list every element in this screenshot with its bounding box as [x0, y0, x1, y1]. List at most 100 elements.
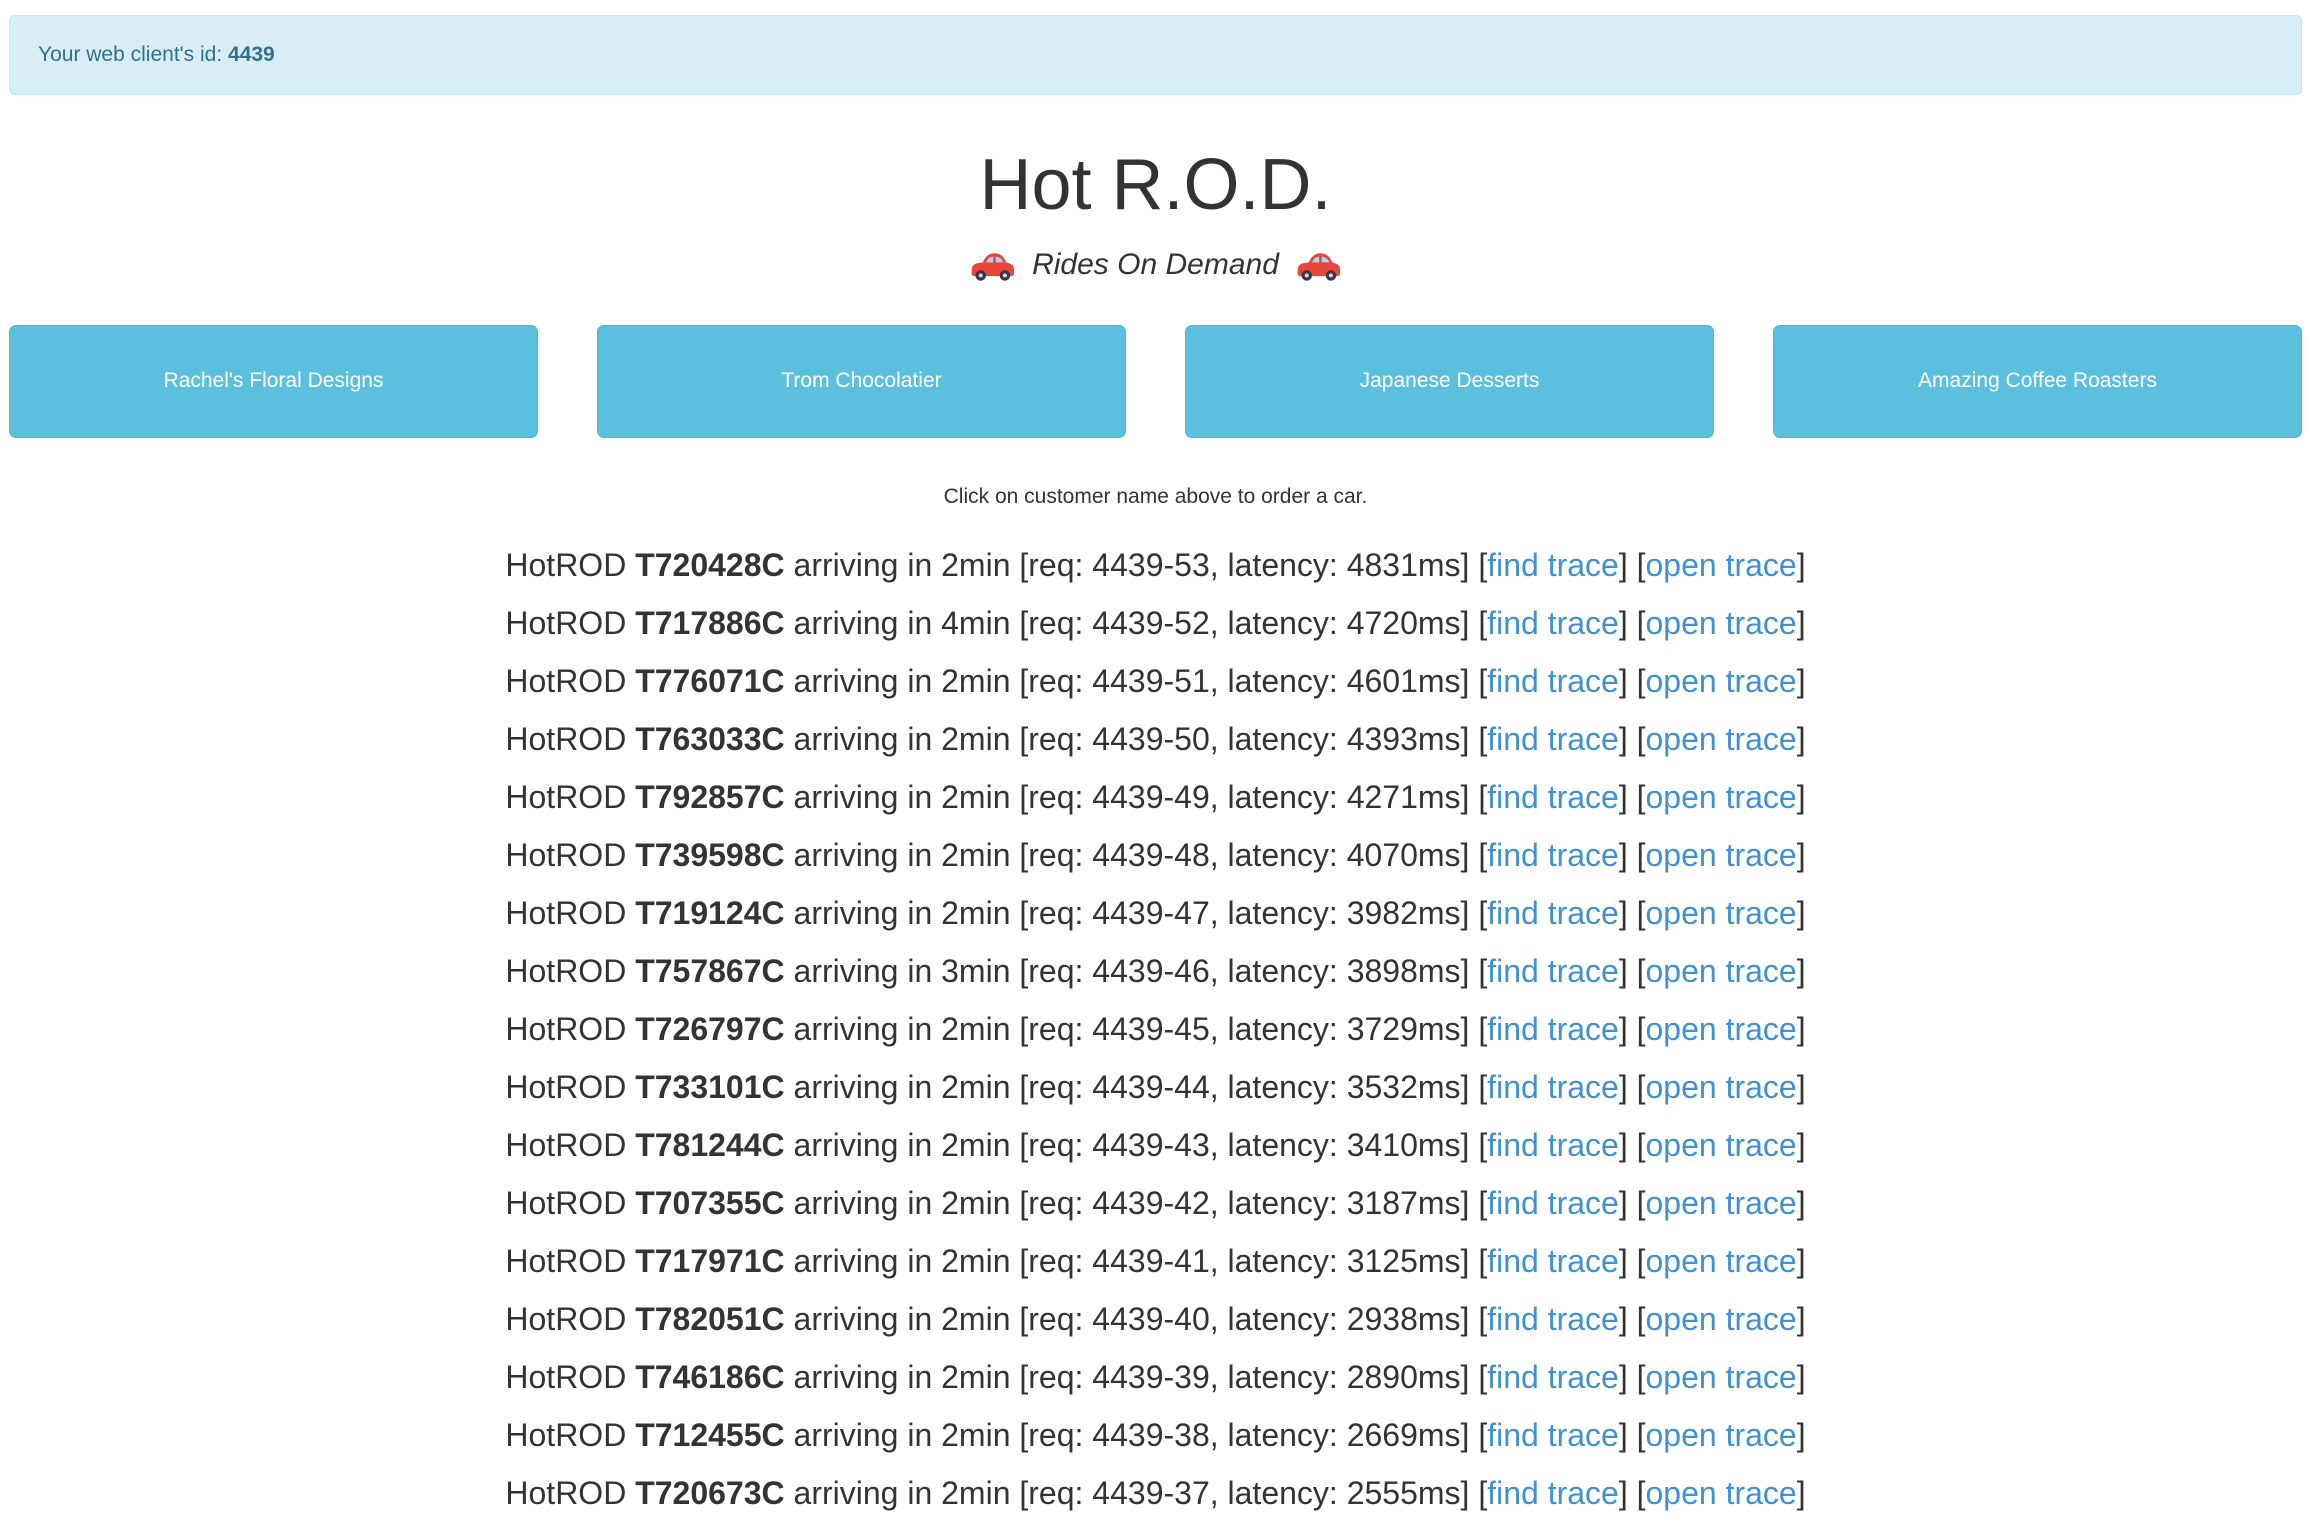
close-bracket: ] [1797, 547, 1806, 583]
find-trace-link[interactable]: find trace [1487, 1301, 1619, 1337]
find-trace-link[interactable]: find trace [1487, 1243, 1619, 1279]
driver-id: T739598C [635, 837, 784, 873]
eta-text: arriving in 2min [794, 1127, 1011, 1163]
driver-id: T707355C [635, 1185, 784, 1221]
eta-text: arriving in 2min [794, 1359, 1011, 1395]
req-id: 4439-45 [1092, 1011, 1209, 1047]
req-id: 4439-49 [1092, 779, 1209, 815]
ride-prefix: HotROD [505, 895, 626, 931]
close-bracket: ] [1461, 663, 1470, 699]
customer-button[interactable]: Japanese Desserts [1185, 325, 1714, 438]
find-trace-link[interactable]: find trace [1487, 663, 1619, 699]
close-bracket: ] [1797, 1011, 1806, 1047]
req-id: 4439-53 [1092, 547, 1209, 583]
customer-button[interactable]: Trom Chocolatier [597, 325, 1126, 438]
close-bracket: ] [1797, 1069, 1806, 1105]
ride-list: HotROD T720428C arriving in 2min [req: 4… [0, 536, 2311, 1522]
open-bracket: [ [1637, 1185, 1646, 1221]
eta-text: arriving in 4min [794, 605, 1011, 641]
find-trace-link[interactable]: find trace [1487, 953, 1619, 989]
latency-label: , latency: [1210, 1475, 1338, 1511]
close-bracket: ] [1461, 605, 1470, 641]
req-id: 4439-43 [1092, 1127, 1209, 1163]
ride-status-row: HotROD T757867C arriving in 3min [req: 4… [0, 942, 2311, 1000]
find-trace-link[interactable]: find trace [1487, 1417, 1619, 1453]
open-bracket: [ [1478, 721, 1487, 757]
find-trace-link[interactable]: find trace [1487, 605, 1619, 641]
latency-value: 2669ms [1347, 1417, 1461, 1453]
ride-status-row: HotROD T720673C arriving in 2min [req: 4… [0, 1464, 2311, 1522]
open-trace-link[interactable]: open trace [1646, 1243, 1797, 1279]
open-trace-link[interactable]: open trace [1646, 1475, 1797, 1511]
open-bracket: [ [1637, 605, 1646, 641]
driver-id: T763033C [635, 721, 784, 757]
find-trace-link[interactable]: find trace [1487, 1011, 1619, 1047]
close-bracket: ] [1619, 1243, 1628, 1279]
car-icon [1295, 247, 1342, 283]
open-trace-link[interactable]: open trace [1646, 895, 1797, 931]
ride-status-row: HotROD T776071C arriving in 2min [req: 4… [0, 652, 2311, 710]
customer-button[interactable]: Amazing Coffee Roasters [1773, 325, 2302, 438]
req-label: [req: [1019, 605, 1083, 641]
find-trace-link[interactable]: find trace [1487, 547, 1619, 583]
latency-value: 4720ms [1347, 605, 1461, 641]
open-trace-link[interactable]: open trace [1646, 953, 1797, 989]
close-bracket: ] [1461, 1011, 1470, 1047]
driver-id: T776071C [635, 663, 784, 699]
open-trace-link[interactable]: open trace [1646, 779, 1797, 815]
req-label: [req: [1019, 953, 1083, 989]
open-trace-link[interactable]: open trace [1646, 1069, 1797, 1105]
open-trace-link[interactable]: open trace [1646, 663, 1797, 699]
latency-label: , latency: [1210, 1069, 1338, 1105]
find-trace-link[interactable]: find trace [1487, 1127, 1619, 1163]
open-trace-link[interactable]: open trace [1646, 547, 1797, 583]
customer-button[interactable]: Rachel's Floral Designs [9, 325, 538, 438]
open-trace-link[interactable]: open trace [1646, 605, 1797, 641]
ride-prefix: HotROD [505, 1417, 626, 1453]
latency-label: , latency: [1210, 605, 1338, 641]
find-trace-link[interactable]: find trace [1487, 837, 1619, 873]
ride-status-row: HotROD T707355C arriving in 2min [req: 4… [0, 1174, 2311, 1232]
latency-label: , latency: [1210, 1301, 1338, 1337]
find-trace-link[interactable]: find trace [1487, 1359, 1619, 1395]
open-trace-link[interactable]: open trace [1646, 1301, 1797, 1337]
driver-id: T717886C [635, 605, 784, 641]
close-bracket: ] [1619, 779, 1628, 815]
find-trace-link[interactable]: find trace [1487, 895, 1619, 931]
eta-text: arriving in 2min [794, 779, 1011, 815]
driver-id: T712455C [635, 1417, 784, 1453]
open-bracket: [ [1478, 1359, 1487, 1395]
open-trace-link[interactable]: open trace [1646, 1011, 1797, 1047]
req-label: [req: [1019, 721, 1083, 757]
ride-status-row: HotROD T720428C arriving in 2min [req: 4… [0, 536, 2311, 594]
find-trace-link[interactable]: find trace [1487, 721, 1619, 757]
close-bracket: ] [1619, 547, 1628, 583]
close-bracket: ] [1797, 605, 1806, 641]
client-id-banner: Your web client's id: 4439 [9, 15, 2302, 95]
open-trace-link[interactable]: open trace [1646, 721, 1797, 757]
find-trace-link[interactable]: find trace [1487, 1185, 1619, 1221]
close-bracket: ] [1619, 1185, 1628, 1221]
driver-id: T717971C [635, 1243, 784, 1279]
open-trace-link[interactable]: open trace [1646, 1127, 1797, 1163]
find-trace-link[interactable]: find trace [1487, 1475, 1619, 1511]
req-id: 4439-39 [1092, 1359, 1209, 1395]
open-trace-link[interactable]: open trace [1646, 837, 1797, 873]
open-trace-link[interactable]: open trace [1646, 1359, 1797, 1395]
find-trace-link[interactable]: find trace [1487, 779, 1619, 815]
latency-label: , latency: [1210, 1243, 1338, 1279]
open-trace-link[interactable]: open trace [1646, 1185, 1797, 1221]
open-bracket: [ [1478, 895, 1487, 931]
open-bracket: [ [1637, 1417, 1646, 1453]
close-bracket: ] [1797, 1185, 1806, 1221]
req-id: 4439-38 [1092, 1417, 1209, 1453]
close-bracket: ] [1619, 1127, 1628, 1163]
find-trace-link[interactable]: find trace [1487, 1069, 1619, 1105]
open-trace-link[interactable]: open trace [1646, 1417, 1797, 1453]
req-label: [req: [1019, 1185, 1083, 1221]
latency-value: 3982ms [1347, 895, 1461, 931]
open-bracket: [ [1637, 547, 1646, 583]
close-bracket: ] [1797, 1417, 1806, 1453]
ride-prefix: HotROD [505, 1475, 626, 1511]
close-bracket: ] [1797, 953, 1806, 989]
